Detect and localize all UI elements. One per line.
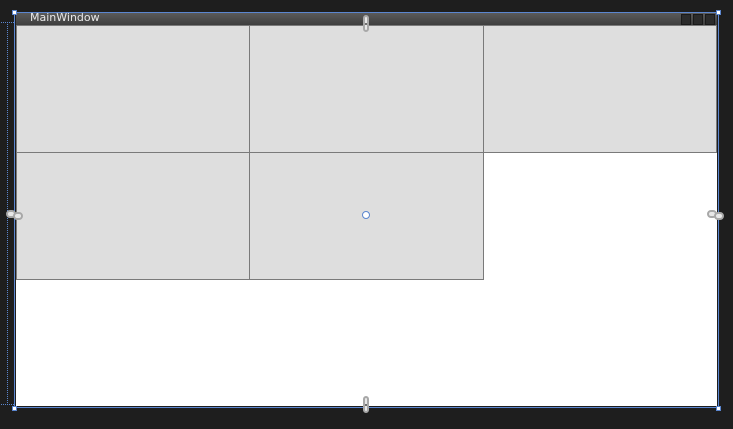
grid-cell[interactable] — [16, 152, 250, 280]
caption-buttons — [681, 14, 715, 25]
resize-handle-bottom-left[interactable] — [12, 406, 17, 411]
grid-cell[interactable] — [16, 25, 250, 153]
grid-cell[interactable] — [483, 25, 717, 153]
resize-handle-bottom-right[interactable] — [716, 406, 721, 411]
chain-link-icon[interactable] — [707, 210, 724, 220]
window-title: MainWindow — [30, 11, 100, 24]
guide-tick-bottom — [1, 404, 14, 405]
resize-handle-top-right[interactable] — [716, 10, 721, 15]
chain-link-icon[interactable] — [6, 210, 23, 220]
chain-link-icon[interactable] — [363, 15, 369, 32]
close-button[interactable] — [705, 14, 715, 25]
maximize-button[interactable] — [693, 14, 703, 25]
guide-tick-top — [1, 22, 14, 23]
chain-link-icon[interactable] — [363, 396, 369, 413]
minimize-button[interactable] — [681, 14, 691, 25]
resize-handle-top-left[interactable] — [12, 10, 17, 15]
center-point-handle[interactable] — [362, 211, 370, 219]
grid-cell[interactable] — [249, 25, 484, 153]
